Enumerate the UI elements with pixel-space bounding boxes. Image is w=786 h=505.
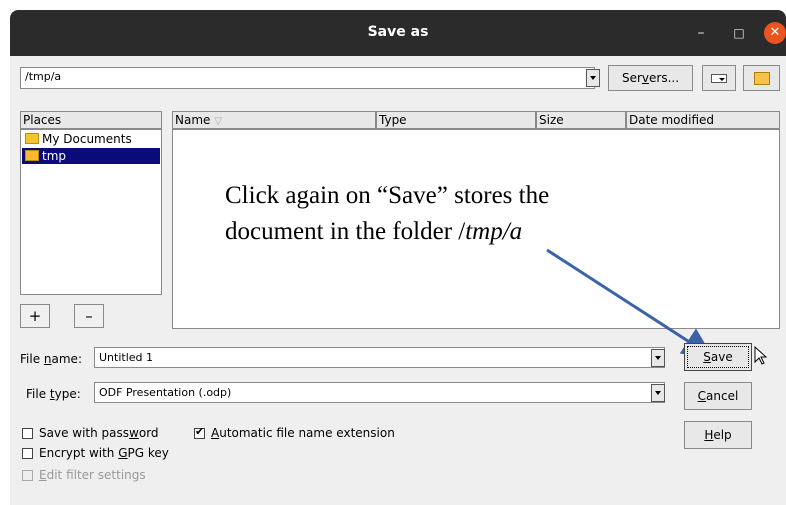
- mouse-cursor-icon: [754, 346, 768, 365]
- file-name-input[interactable]: Untitled 1: [94, 347, 665, 368]
- encrypt-gpg-label[interactable]: Encrypt with GPG key: [39, 446, 169, 460]
- save-with-password-checkbox[interactable]: [22, 428, 33, 439]
- automatic-extension-label[interactable]: Automatic file name extension: [211, 426, 395, 440]
- file-name-dropdown-icon[interactable]: [651, 349, 665, 367]
- file-name-label: File name:: [20, 352, 82, 366]
- file-type-dropdown-icon[interactable]: [651, 384, 665, 402]
- save-as-dialog: Save as – □ ✕ /tmp/a Servers... Places M…: [10, 10, 786, 505]
- help-button[interactable]: Help: [684, 421, 752, 449]
- file-type-label: File type:: [26, 387, 81, 401]
- cancel-button[interactable]: Cancel: [684, 382, 752, 410]
- automatic-extension-checkbox[interactable]: [194, 425, 205, 439]
- save-button[interactable]: Save: [684, 343, 752, 371]
- file-type-select[interactable]: ODF Presentation (.odp): [94, 382, 665, 403]
- encrypt-gpg-checkbox[interactable]: [22, 448, 33, 459]
- save-with-password-label[interactable]: Save with password: [39, 426, 159, 440]
- edit-filter-checkbox: [22, 470, 33, 481]
- edit-filter-label: Edit filter settings: [39, 468, 146, 482]
